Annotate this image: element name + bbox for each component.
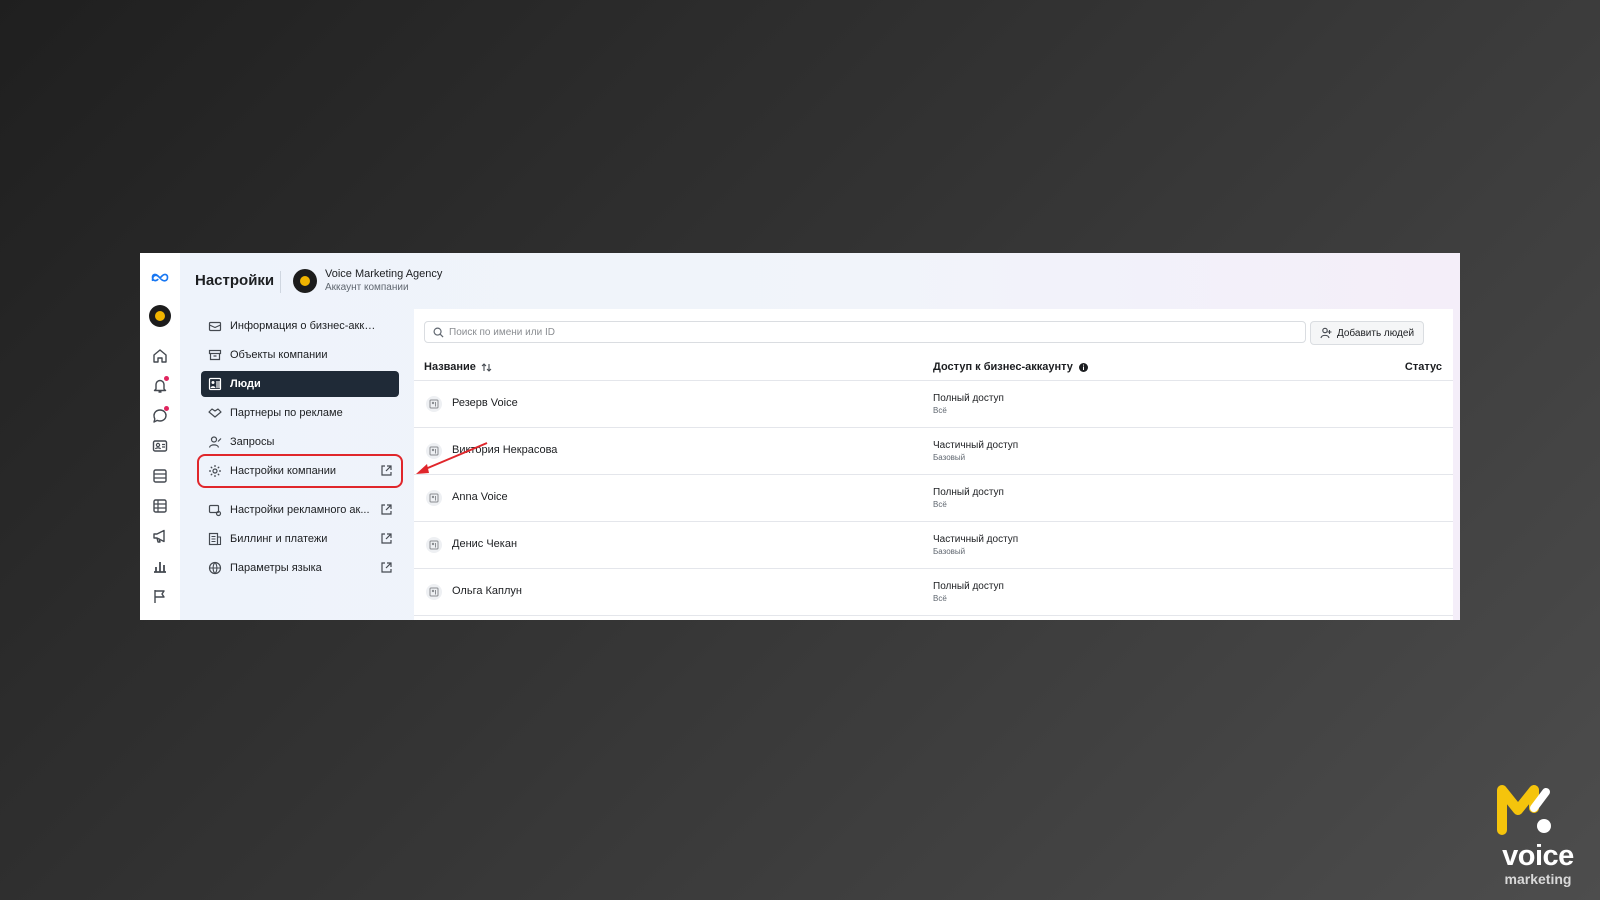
menu-item-company-settings[interactable]: Настройки компании <box>197 454 403 488</box>
column-status: Статус <box>1404 361 1442 373</box>
person-icon <box>426 443 442 459</box>
people-panel: Поиск по имени или ID Добавить людей Наз… <box>414 309 1453 620</box>
person-name: Денис Чекан <box>452 538 518 550</box>
table-row[interactable]: Резерв Voice Полный доступ Всё <box>414 381 1453 428</box>
access-type: Частичный доступ <box>933 440 1019 451</box>
menu-item-people[interactable]: Люди <box>201 371 399 397</box>
person-name: Anna Voice <box>452 491 508 503</box>
menu-item-ad-partners[interactable]: Партнеры по рекламе <box>201 400 399 426</box>
business-settings-window: Настройки Voice Marketing Agency Аккаунт… <box>140 253 1460 620</box>
menu-item-billing[interactable]: Биллинг и платежи <box>201 526 399 552</box>
company-name[interactable]: Voice Marketing Agency <box>325 268 442 280</box>
table-row[interactable]: Ольга Каплун Полный доступ Всё <box>414 569 1453 616</box>
access-type: Полный доступ <box>933 393 1004 404</box>
notification-dot <box>164 406 169 411</box>
header-divider <box>280 271 281 293</box>
notifications-icon[interactable] <box>149 375 171 397</box>
avatar <box>149 305 171 327</box>
search-placeholder: Поиск по имени или ID <box>449 326 555 338</box>
handshake-icon <box>208 406 222 420</box>
gear-icon <box>208 464 222 478</box>
access-level: Базовый <box>933 453 966 462</box>
table-row[interactable]: Денис Чекан Частичный доступ Базовый <box>414 522 1453 569</box>
contacts-icon[interactable] <box>149 435 171 457</box>
meta-logo-icon[interactable] <box>149 267 171 289</box>
person-request-icon <box>208 435 222 449</box>
add-people-label: Добавить людей <box>1336 327 1415 339</box>
access-level: Всё <box>933 500 947 509</box>
menu-item-ad-account-settings[interactable]: Настройки рекламного ак... <box>201 497 399 523</box>
person-icon <box>426 537 442 553</box>
menu-separator <box>201 487 399 497</box>
people-icon <box>208 377 222 391</box>
person-icon <box>426 396 442 412</box>
brand-word: voice <box>1502 840 1574 872</box>
home-icon[interactable] <box>149 345 171 367</box>
menu-item-company-objects[interactable]: Объекты компании <box>201 342 399 368</box>
table-header: Название Доступ к бизнес-аккаунту Статус <box>414 355 1453 381</box>
column-access: Доступ к бизнес-аккаунту <box>933 361 1089 373</box>
chat-icon[interactable] <box>149 405 171 427</box>
table-icon[interactable] <box>149 495 171 517</box>
brand-logo: voice marketing <box>1488 782 1588 892</box>
search-icon <box>433 327 444 338</box>
add-person-icon <box>1320 327 1332 339</box>
column-name[interactable]: Название <box>424 361 492 373</box>
navigation-rail <box>140 253 180 620</box>
notification-dot <box>164 376 169 381</box>
person-icon <box>426 490 442 506</box>
megaphone-icon[interactable] <box>149 525 171 547</box>
flag-icon[interactable] <box>149 585 171 607</box>
settings-menu: Информация о бизнес-аккау... Объекты ком… <box>197 313 403 584</box>
company-avatar[interactable] <box>293 269 317 293</box>
access-level: Всё <box>933 406 947 415</box>
company-account-type: Аккаунт компании <box>325 282 409 293</box>
access-type: Частичный доступ <box>933 534 1019 545</box>
globe-icon <box>208 561 222 575</box>
billing-icon <box>208 532 222 546</box>
access-level: Базовый <box>933 547 966 556</box>
external-link-icon <box>381 504 392 515</box>
archive-icon <box>208 348 222 362</box>
brand-subtitle: marketing <box>1504 871 1572 887</box>
company-avatar-icon[interactable] <box>149 305 171 327</box>
table-row[interactable]: Anna Voice Полный доступ Всё <box>414 475 1453 522</box>
access-type: Полный доступ <box>933 581 1004 592</box>
search-input[interactable]: Поиск по имени или ID <box>424 321 1306 343</box>
external-link-icon <box>381 533 392 544</box>
access-level: Всё <box>933 594 947 603</box>
voice-marketing-logo-icon <box>1497 785 1551 835</box>
external-link-icon <box>381 465 392 476</box>
person-name: Резерв Voice <box>452 397 518 409</box>
pages-icon[interactable] <box>149 465 171 487</box>
briefcase-icon <box>208 319 222 333</box>
menu-item-requests[interactable]: Запросы <box>201 429 399 455</box>
person-icon <box>426 584 442 600</box>
chart-icon[interactable] <box>149 555 171 577</box>
add-people-button[interactable]: Добавить людей <box>1310 321 1424 345</box>
person-name: Виктория Некрасова <box>452 444 558 456</box>
ad-settings-icon <box>208 503 222 517</box>
page-title: Настройки <box>195 272 275 289</box>
access-type: Полный доступ <box>933 487 1004 498</box>
table-row[interactable]: Виктория Некрасова Частичный доступ Базо… <box>414 428 1453 475</box>
info-icon[interactable] <box>1078 362 1089 373</box>
menu-item-business-info[interactable]: Информация о бизнес-аккау... <box>201 313 399 339</box>
person-name: Ольга Каплун <box>452 585 523 597</box>
menu-item-language[interactable]: Параметры языка <box>201 555 399 581</box>
sort-icon[interactable] <box>481 362 492 373</box>
external-link-icon <box>381 562 392 573</box>
